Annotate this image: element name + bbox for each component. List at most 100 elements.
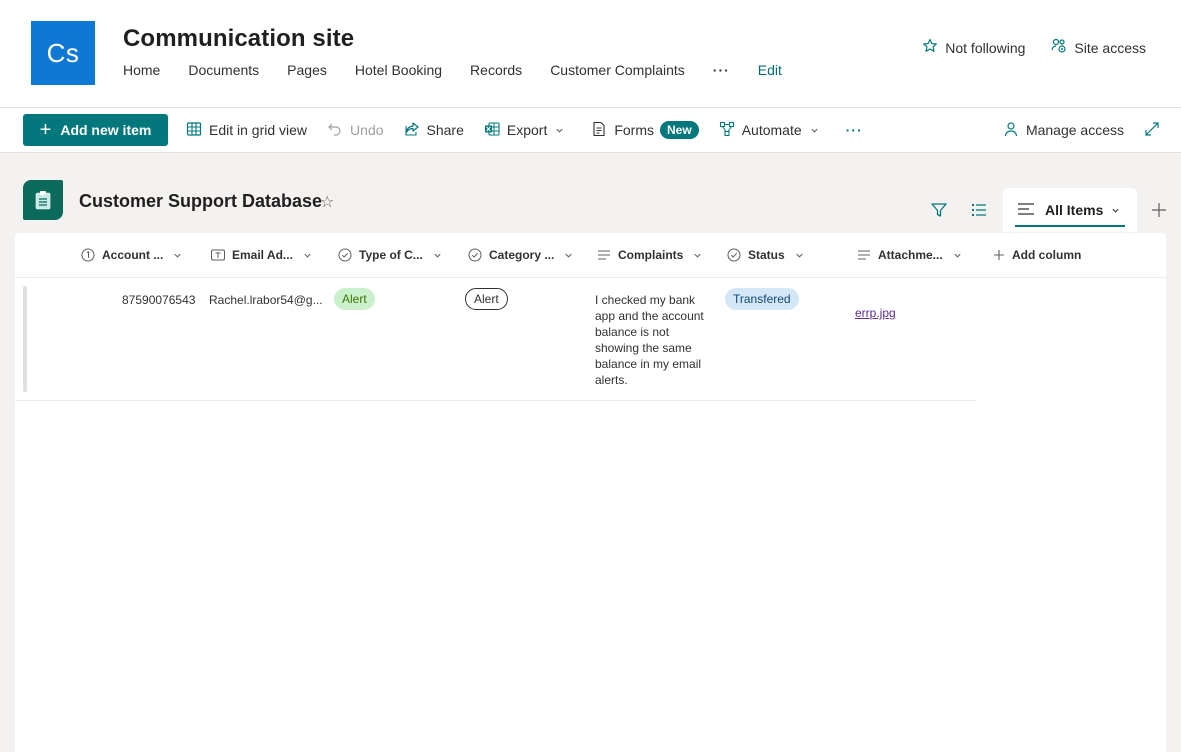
edit-grid-button[interactable]: Edit in grid view xyxy=(186,121,307,140)
cell-complaints: I checked my bank app and the account ba… xyxy=(595,293,704,387)
command-right: Manage access xyxy=(1003,108,1167,152)
list-lines-icon xyxy=(1017,202,1045,219)
automate-label: Automate xyxy=(741,122,802,138)
nav-hotel-booking[interactable]: Hotel Booking xyxy=(355,62,442,78)
choice-icon xyxy=(468,248,482,262)
chevron-down-icon xyxy=(1111,206,1130,215)
column-headers: Account ... Email Ad... Type of C... Cat… xyxy=(15,233,1166,278)
column-header-account[interactable]: Account ... xyxy=(81,248,182,262)
manage-access-label: Manage access xyxy=(1025,122,1124,138)
site-header: Cs Communication site Home Documents Pag… xyxy=(0,0,1181,108)
active-view-underline xyxy=(1015,225,1125,227)
share-icon xyxy=(404,121,427,140)
column-label: Email Ad... xyxy=(232,248,293,262)
column-header-category[interactable]: Category ... xyxy=(468,248,573,262)
share-label: Share xyxy=(426,122,464,138)
column-header-complaints[interactable]: Complaints xyxy=(597,248,702,262)
nav-home[interactable]: Home xyxy=(123,62,160,78)
list-icon xyxy=(23,180,63,220)
chevron-down-icon xyxy=(693,251,702,260)
list-grid: Account ... Email Ad... Type of C... Cat… xyxy=(15,233,1166,752)
site-title[interactable]: Communication site xyxy=(123,25,354,53)
add-new-item-button[interactable]: + Add new item xyxy=(23,114,168,146)
nav-records[interactable]: Records xyxy=(470,62,522,78)
add-column-button[interactable]: Add column xyxy=(993,248,1081,262)
people-settings-icon xyxy=(1051,38,1074,57)
column-header-status[interactable]: Status xyxy=(727,248,804,262)
new-badge: New xyxy=(660,121,699,139)
cell-account: 87590076543 xyxy=(122,293,196,307)
site-nav: Home Documents Pages Hotel Booking Recor… xyxy=(123,62,810,78)
nav-customer-complaints[interactable]: Customer Complaints xyxy=(550,62,685,78)
column-header-email[interactable]: Email Ad... xyxy=(211,248,312,262)
command-bar: + Add new item Edit in grid view Undo Sh… xyxy=(0,108,1181,153)
site-access-label: Site access xyxy=(1074,39,1146,56)
number-icon xyxy=(81,248,95,262)
multiline-text-icon xyxy=(857,249,871,261)
site-logo[interactable]: Cs xyxy=(31,21,95,85)
text-field-icon xyxy=(211,249,225,261)
chevron-down-icon xyxy=(810,122,826,138)
view-name: All Items xyxy=(1045,202,1104,218)
expand-button[interactable] xyxy=(1144,121,1167,140)
chevron-down-icon xyxy=(433,251,442,260)
column-label: Type of C... xyxy=(359,248,423,262)
more-label: ··· xyxy=(845,122,863,138)
chevron-down-icon xyxy=(564,251,573,260)
view-selector-all-items[interactable]: All Items xyxy=(1003,188,1137,232)
filter-icon[interactable] xyxy=(919,190,959,230)
forms-icon xyxy=(591,121,614,140)
follow-button[interactable]: Not following xyxy=(922,38,1025,57)
forms-button[interactable]: Forms New xyxy=(591,121,699,140)
site-access-button[interactable]: Site access xyxy=(1051,38,1146,57)
row-selection-bar[interactable] xyxy=(23,286,27,392)
table-row[interactable]: 87590076543 Rachel.lrabor54@g... Alert A… xyxy=(15,278,976,401)
favorite-star-icon[interactable]: ☆ xyxy=(320,192,334,212)
edit-grid-label: Edit in grid view xyxy=(209,122,308,138)
column-header-attachments[interactable]: Attachme... xyxy=(857,248,962,262)
nav-edit-link[interactable]: Edit xyxy=(758,62,782,78)
column-label: Account ... xyxy=(102,248,164,262)
header-actions: Not following Site access xyxy=(896,38,1146,57)
export-button[interactable]: Export xyxy=(484,121,571,140)
column-label: Attachme... xyxy=(878,248,943,262)
command-items: Edit in grid view Undo Share Export Form… xyxy=(186,108,883,152)
undo-button[interactable]: Undo xyxy=(327,121,384,140)
column-label: Category ... xyxy=(489,248,555,262)
person-icon xyxy=(1003,121,1026,140)
choice-icon xyxy=(727,248,741,262)
type-pill: Alert xyxy=(334,288,375,310)
more-commands-button[interactable]: ··· xyxy=(846,122,863,138)
chevron-down-icon xyxy=(303,251,312,260)
list-title: Customer Support Database xyxy=(79,191,323,211)
forms-label: Forms xyxy=(614,122,655,138)
add-view-icon[interactable] xyxy=(1137,190,1181,230)
attachment-link[interactable]: errp.jpg xyxy=(855,306,896,320)
status-pill: Transfered xyxy=(725,288,799,310)
manage-access-button[interactable]: Manage access xyxy=(1003,121,1124,140)
chevron-down-icon xyxy=(795,251,804,260)
chevron-down-icon xyxy=(173,251,182,260)
share-button[interactable]: Share xyxy=(404,121,464,140)
view-tools: All Items xyxy=(919,188,1181,232)
chevron-down-icon xyxy=(953,251,962,260)
plus-icon xyxy=(993,249,1005,261)
view-options-icon[interactable] xyxy=(959,190,999,230)
add-column-label: Add column xyxy=(1012,248,1082,262)
nav-more-button[interactable]: ··· xyxy=(713,62,730,78)
column-label: Complaints xyxy=(618,248,684,262)
chevron-down-icon xyxy=(555,122,571,138)
column-header-type[interactable]: Type of C... xyxy=(338,248,442,262)
star-icon xyxy=(922,38,945,57)
follow-label: Not following xyxy=(945,39,1026,56)
cell-email: Rachel.lrabor54@g... xyxy=(209,293,323,307)
automate-button[interactable]: Automate xyxy=(719,121,826,140)
column-label: Status xyxy=(748,248,785,262)
excel-icon xyxy=(484,121,507,140)
plus-icon: + xyxy=(39,119,52,141)
nav-documents[interactable]: Documents xyxy=(188,62,259,78)
category-pill: Alert xyxy=(465,288,508,310)
add-new-item-label: Add new item xyxy=(60,122,152,138)
export-label: Export xyxy=(506,122,548,138)
nav-pages[interactable]: Pages xyxy=(287,62,327,78)
